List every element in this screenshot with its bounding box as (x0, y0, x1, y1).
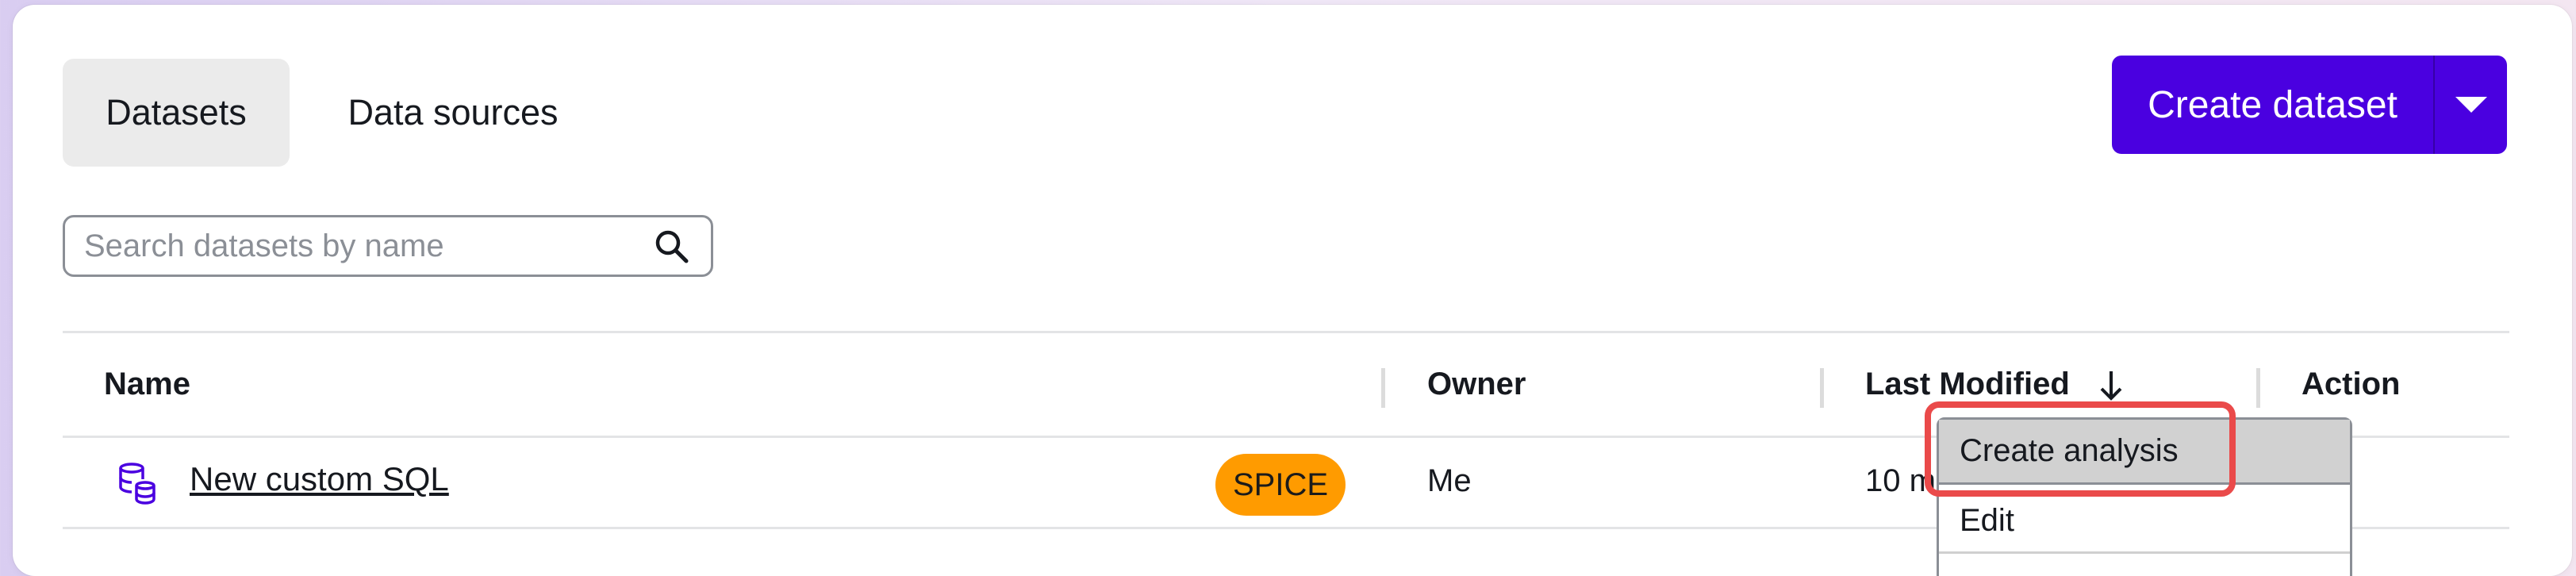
action-menu: Create analysis Edit (1937, 417, 2352, 576)
dataset-name-link[interactable]: New custom SQL (190, 460, 449, 498)
create-dataset-dropdown-button[interactable] (2435, 56, 2507, 154)
dataset-icon (119, 463, 155, 505)
search-box (63, 215, 713, 277)
menu-divider (1939, 551, 2350, 554)
caret-down-icon (2455, 97, 2487, 113)
last-modified-cell: 10 m (1865, 463, 1936, 498)
tab-data-sources[interactable]: Data sources (310, 59, 596, 167)
datasets-panel: Datasets Data sources Create dataset Nam… (13, 5, 2572, 576)
search-input[interactable] (65, 222, 647, 270)
tab-datasets[interactable]: Datasets (63, 59, 290, 167)
owner-cell: Me (1427, 463, 1472, 498)
column-resizer[interactable] (1381, 368, 1385, 408)
menu-item-edit[interactable]: Edit (1939, 490, 2350, 551)
column-resizer[interactable] (1820, 368, 1824, 408)
sort-descending-icon[interactable] (2095, 368, 2127, 403)
column-resizer[interactable] (2256, 368, 2260, 408)
column-header-name[interactable]: Name (104, 333, 190, 436)
menu-item-create-analysis[interactable]: Create analysis (1939, 420, 2350, 485)
spice-badge: SPICE (1215, 454, 1346, 516)
create-dataset-button[interactable]: Create dataset (2112, 56, 2433, 154)
create-dataset-button-group: Create dataset (2112, 56, 2507, 154)
search-icon[interactable] (647, 222, 695, 270)
column-header-owner[interactable]: Owner (1427, 333, 1526, 436)
